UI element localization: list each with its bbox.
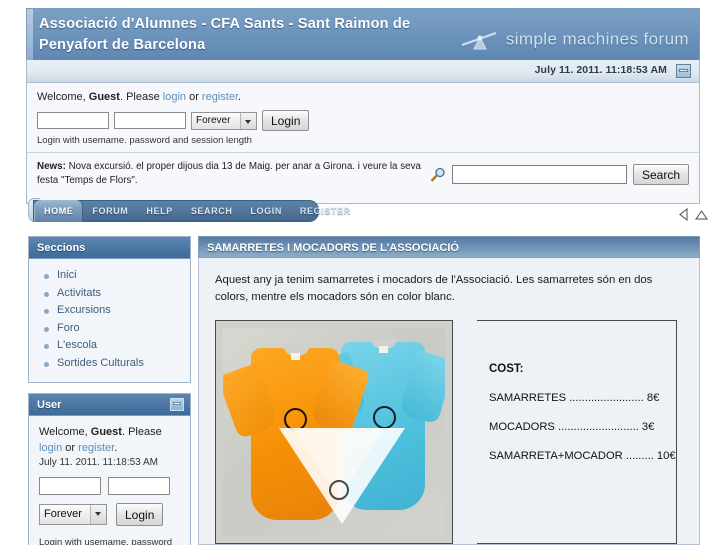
news-label: News: xyxy=(37,161,66,172)
sections-list: Inici Activitats Excursions Foro L'escol… xyxy=(39,267,180,372)
page-title: SAMARRETES I MOCADORS DE L'ASSOCIACIÓ xyxy=(198,236,700,258)
news-bar: News: Nova excursió. el proper dijous di… xyxy=(27,152,699,203)
login-link[interactable]: login xyxy=(163,91,186,103)
sidebar-link-activitats[interactable]: Activitats xyxy=(57,287,101,299)
user-login-inputs xyxy=(39,477,180,495)
user-login-button[interactable]: Login xyxy=(116,503,164,526)
sections-block-title: Seccions xyxy=(29,237,190,259)
sections-block: Seccions Inici Activitats Excursions For… xyxy=(28,236,191,383)
login-hint: Login with usemame. password and session… xyxy=(37,135,252,146)
login-panel: Welcome, Guest. Please login or register… xyxy=(26,83,700,204)
sidebar-link-sortides-culturals[interactable]: Sortides Culturals xyxy=(57,357,144,369)
username-input[interactable] xyxy=(37,112,109,129)
user-block-user-name: Guest xyxy=(90,426,122,438)
user-login-hint: Login with usemame. password and session… xyxy=(39,537,173,545)
user-username-input[interactable] xyxy=(39,477,101,495)
main-paragraph: Aquest any ja tenim samarretes i mocador… xyxy=(215,274,653,303)
user-password-input[interactable] xyxy=(108,477,170,495)
user-period-text: . xyxy=(114,442,118,454)
time-bar: July 11. 2011. 11:18:53 AM xyxy=(26,60,700,83)
tshirts-photo xyxy=(223,328,445,536)
news-body: Nova excursió. el proper dijous dia 13 d… xyxy=(37,161,421,186)
news-text: News: Nova excursió. el proper dijous di… xyxy=(37,160,422,188)
page-root: Associació d'Alumnes - CFA Sants - Sant … xyxy=(0,0,727,545)
cost-row-samarreta-mocador: SAMARRETA+MOCADOR ......... 10€ xyxy=(489,450,676,462)
sidebar-link-foro[interactable]: Foro xyxy=(57,322,80,334)
magnifier-icon xyxy=(430,167,445,182)
user-welcome-middle: . Please xyxy=(121,426,162,438)
sidebar-item-foro[interactable]: Foro xyxy=(43,320,180,338)
collapse-icon[interactable] xyxy=(676,64,691,78)
smf-logo-text: simple machines forum xyxy=(505,29,689,49)
nav-item-forum[interactable]: FORUM xyxy=(83,201,137,221)
nav-item-login[interactable]: LOGIN xyxy=(241,201,291,221)
sidebar-item-sortides-culturals[interactable]: Sortides Culturals xyxy=(43,355,180,373)
site-title: Associació d'Alumnes - CFA Sants - Sant … xyxy=(39,16,411,53)
media-row: COST: SAMARRETES .......................… xyxy=(215,320,683,544)
welcome-middle: . Please xyxy=(119,91,163,103)
nav-item-search[interactable]: SEARCH xyxy=(182,201,242,221)
user-session-length-value: Forever xyxy=(44,508,82,520)
cost-row-mocadors: MOCADORS .......................... 3€ xyxy=(489,421,655,433)
smf-balance-icon xyxy=(461,32,497,50)
sidebar-link-lescola[interactable]: L'escola xyxy=(57,339,97,351)
user-block-time: July 11. 2011. 11:18:53 AM xyxy=(39,457,158,468)
main-body: Aquest any ja tenim samarretes i mocador… xyxy=(198,258,700,545)
user-register-link[interactable]: register xyxy=(78,442,114,454)
photo-frame xyxy=(215,320,453,544)
white-scarf xyxy=(279,428,405,526)
session-length-select[interactable]: Forever xyxy=(191,111,257,130)
user-welcome-prefix: Welcome, xyxy=(39,426,91,438)
user-block: User Welcome, Guest. Please login or reg… xyxy=(28,393,191,545)
main-content: SAMARRETES I MOCADORS DE L'ASSOCIACIÓ Aq… xyxy=(198,236,700,545)
triangle-up-icon[interactable] xyxy=(694,208,709,221)
user-login-controls: Forever Login xyxy=(39,503,180,526)
welcome-prefix: Welcome, xyxy=(37,91,89,103)
nav-item-register[interactable]: REGISTER xyxy=(291,201,360,221)
user-chevron-down-icon xyxy=(90,505,106,524)
current-time: July 11. 2011. 11:18:53 AM xyxy=(534,64,667,76)
search-button[interactable]: Search xyxy=(632,164,689,185)
nav-list: HOME FORUM HELP SEARCH LOGIN REGISTER xyxy=(34,200,360,222)
login-button[interactable]: Login xyxy=(262,110,310,131)
sidebar: Seccions Inici Activitats Excursions For… xyxy=(28,236,191,545)
sidebar-link-inici[interactable]: Inici xyxy=(57,269,77,281)
sidebar-link-excursions[interactable]: Excursions xyxy=(57,304,111,316)
user-block-body: Welcome, Guest. Please login or register… xyxy=(29,416,190,545)
period-text: . xyxy=(238,91,242,103)
chevron-down-icon xyxy=(240,112,256,129)
password-input[interactable] xyxy=(114,112,186,129)
triangle-left-icon[interactable] xyxy=(678,208,690,221)
user-login-link[interactable]: login xyxy=(39,442,62,454)
user-welcome-line: Welcome, Guest. Please login or register… xyxy=(39,424,180,456)
register-link[interactable]: register xyxy=(202,91,238,103)
cost-title: COST: xyxy=(489,363,524,375)
session-length-value: Forever xyxy=(196,114,231,126)
sections-block-body: Inici Activitats Excursions Foro L'escol… xyxy=(29,259,190,382)
sidebar-item-inici[interactable]: Inici xyxy=(43,267,180,285)
user-session-length-select[interactable]: Forever xyxy=(39,504,107,525)
login-form-row: Forever Login xyxy=(37,110,689,131)
user-block-title: User xyxy=(37,399,62,411)
cost-row-samarretes: SAMARRETES ........................ 8€ xyxy=(489,392,660,404)
smf-logo: simple machines forum xyxy=(460,29,689,51)
user-name: Guest xyxy=(88,91,120,103)
main-nav: HOME FORUM HELP SEARCH LOGIN REGISTER xyxy=(33,200,350,222)
welcome-line: Welcome, Guest. Please login or register… xyxy=(37,91,689,103)
nav-item-home[interactable]: HOME xyxy=(34,200,84,222)
user-block-collapse-icon[interactable] xyxy=(170,398,184,411)
search-area: Search xyxy=(430,164,689,185)
user-or-text: or xyxy=(62,442,79,454)
forum-header-wrapper: Associació d'Alumnes - CFA Sants - Sant … xyxy=(26,8,700,204)
nav-item-help[interactable]: HELP xyxy=(137,201,181,221)
user-block-header: User xyxy=(29,394,190,416)
sidebar-item-excursions[interactable]: Excursions xyxy=(43,302,180,320)
or-text: or xyxy=(186,91,202,103)
site-header: Associació d'Alumnes - CFA Sants - Sant … xyxy=(26,8,700,60)
search-input[interactable] xyxy=(451,165,627,184)
corner-nav-arrows xyxy=(678,208,709,221)
sidebar-item-activitats[interactable]: Activitats xyxy=(43,285,180,303)
sidebar-item-lescola[interactable]: L'escola xyxy=(43,337,180,355)
cost-panel: COST: SAMARRETES .......................… xyxy=(477,320,677,544)
